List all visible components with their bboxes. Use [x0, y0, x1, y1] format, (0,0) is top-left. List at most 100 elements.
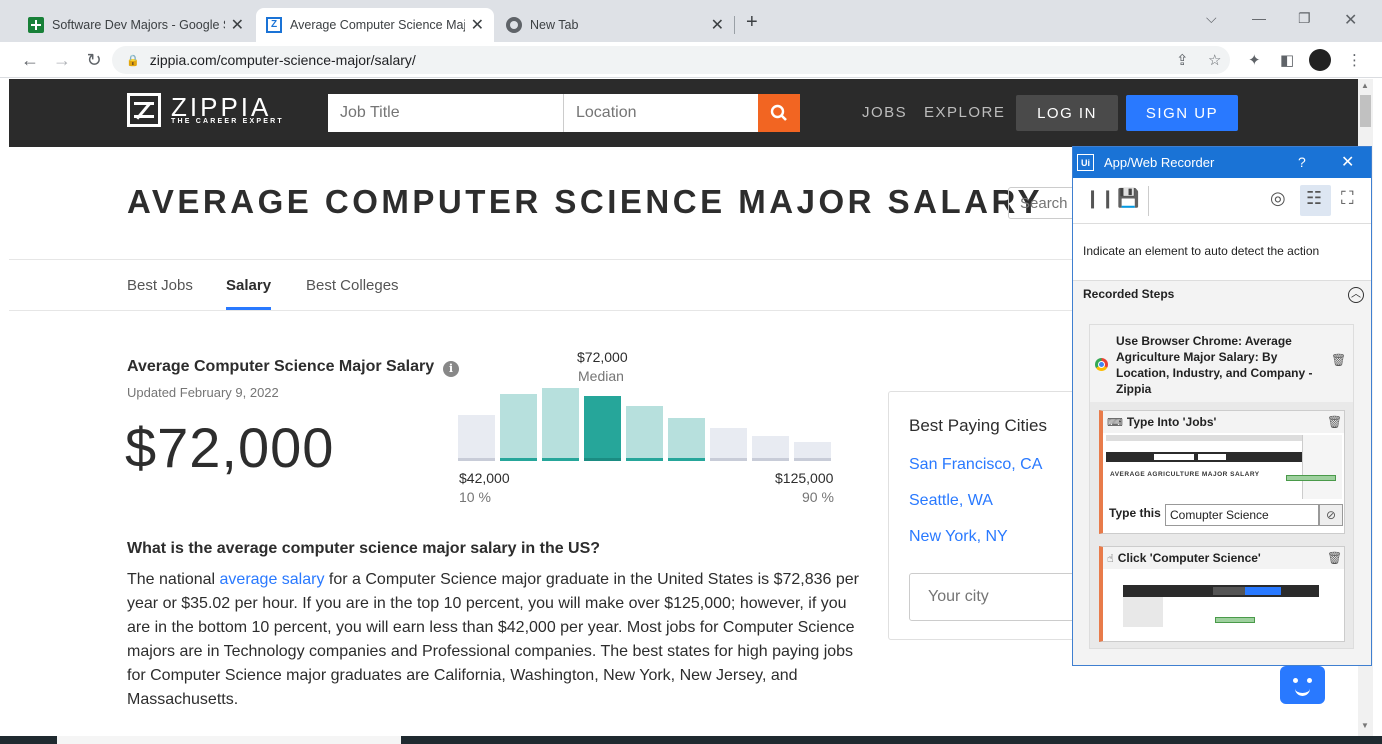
tab-label: Software Dev Majors - Google Sh — [52, 18, 225, 32]
tab-label: New Tab — [530, 18, 579, 32]
histogram-bar — [584, 396, 621, 461]
toolbar-separator — [1148, 186, 1149, 216]
recorded-steps-title: Recorded Steps — [1083, 287, 1175, 301]
salary-description: The national average salary for a Comput… — [127, 568, 867, 712]
location-placeholder: Location — [576, 104, 637, 121]
search-icon — [770, 104, 787, 121]
checklist-icon[interactable]: ☷ — [1306, 188, 1322, 209]
histogram-bar — [794, 442, 831, 461]
chatbot-button[interactable] — [1280, 666, 1325, 704]
signup-button[interactable]: SIGN UP — [1126, 95, 1238, 131]
scroll-up-icon[interactable]: ▲ — [1361, 81, 1369, 90]
screenshot-icon[interactable]: ⛶ — [1341, 188, 1354, 209]
delete-icon[interactable]: 🗑 — [1331, 353, 1346, 367]
your-city-placeholder: Your city — [928, 588, 989, 605]
delete-icon[interactable]: 🗑 — [1327, 415, 1342, 429]
chrome-icon — [506, 17, 522, 33]
recorder-hint: Indicate an element to auto detect the a… — [1073, 224, 1371, 281]
close-icon[interactable]: ✕ — [231, 15, 244, 35]
recorder-title: App/Web Recorder — [1104, 155, 1215, 170]
tab-divider — [734, 16, 735, 34]
tab-salary[interactable]: Salary — [226, 277, 271, 294]
window-close-icon[interactable]: ✕ — [1344, 10, 1357, 30]
search-button[interactable] — [758, 94, 800, 132]
click-step[interactable]: ☝ Click 'Computer Science' 🗑 — [1099, 546, 1345, 642]
type-into-step[interactable]: ⌨ Type Into 'Jobs' 🗑 AVERAGE AGRICULTURE… — [1099, 410, 1345, 534]
tab-new-tab[interactable]: New Tab ✕ — [496, 8, 734, 42]
tab-best-jobs[interactable]: Best Jobs — [127, 277, 193, 294]
thumb-input — [1198, 454, 1226, 460]
city-link[interactable]: New York, NY — [909, 528, 1008, 546]
salary-histogram — [458, 385, 834, 461]
step-header: ⌨ Type Into 'Jobs' — [1103, 411, 1344, 433]
tab-google-sheets[interactable]: Software Dev Majors - Google Sh ✕ — [18, 8, 254, 42]
histogram-bar — [752, 436, 789, 461]
click-icon: ☝ — [1107, 552, 1114, 565]
url-field[interactable]: 🔒 zippia.com/computer-science-major/sala… — [112, 46, 1230, 74]
uipath-logo-icon: Ui — [1077, 154, 1094, 171]
pause-icon[interactable]: ❙❙ — [1085, 188, 1115, 209]
forward-icon[interactable]: → — [52, 50, 72, 70]
help-icon[interactable]: ? — [1298, 154, 1306, 170]
reload-icon[interactable]: ↻ — [84, 50, 104, 70]
zippia-logo[interactable]: ZIPPIA THE CAREER EXPERT — [127, 93, 284, 127]
step-label: Type Into 'Jobs' — [1126, 415, 1217, 429]
share-icon[interactable]: ⇪ — [1176, 51, 1189, 69]
logo-mark-icon — [127, 93, 161, 127]
back-icon[interactable]: ← — [20, 50, 40, 70]
tab-zippia[interactable]: Z Average Computer Science Majo ✕ — [256, 8, 494, 42]
new-tab-icon[interactable]: + — [746, 11, 758, 34]
app-web-recorder-panel: Ui App/Web Recorder ? ✕ ❙❙ 💾 ◎ ☷ ⛶ Indic… — [1072, 146, 1372, 666]
logo-name: ZIPPIA — [171, 91, 272, 122]
step-screenshot: AVERAGE AGRICULTURE MAJOR SALARY — [1106, 435, 1342, 499]
menu-icon[interactable]: ⋮ — [1347, 51, 1362, 69]
hide-icon[interactable]: ⊘ — [1319, 504, 1343, 526]
lock-icon: 🔒 — [126, 54, 140, 67]
histogram-bar — [542, 388, 579, 461]
nav-jobs[interactable]: JOBS — [862, 104, 907, 121]
tab-search-icon[interactable]: ⌵ — [1206, 10, 1217, 27]
side-panel-icon[interactable]: ◧ — [1280, 51, 1294, 69]
recorder-toolbar: ❙❙ 💾 ◎ ☷ ⛶ — [1073, 178, 1371, 224]
zippia-icon: Z — [266, 17, 282, 33]
delete-icon[interactable]: 🗑 — [1327, 551, 1342, 565]
type-this-field[interactable]: Comupter Science — [1165, 504, 1319, 526]
job-title-input[interactable]: Job Title — [328, 94, 564, 132]
avatar[interactable] — [1309, 49, 1331, 71]
login-button[interactable]: LOG IN — [1016, 95, 1118, 131]
close-icon[interactable]: ✕ — [471, 15, 484, 35]
salary-heading: Average Computer Science Major Salary — [127, 358, 435, 375]
collapse-icon[interactable]: ︿ — [1348, 287, 1364, 303]
extensions-icon[interactable]: ✦ — [1248, 51, 1261, 69]
type-into-icon: ⌨ — [1107, 416, 1123, 429]
bookmark-star-icon[interactable]: ☆ — [1208, 51, 1221, 69]
location-input[interactable]: Location — [564, 94, 758, 132]
close-icon[interactable]: ✕ — [711, 15, 724, 35]
scroll-thumb[interactable] — [1360, 95, 1371, 127]
tab-best-colleges[interactable]: Best Colleges — [306, 277, 399, 294]
type-this-value: Comupter Science — [1170, 508, 1269, 522]
low-percentile: 10 % — [459, 489, 491, 505]
close-icon[interactable]: ✕ — [1341, 152, 1354, 172]
info-icon[interactable]: i — [443, 361, 459, 377]
target-icon[interactable]: ◎ — [1270, 188, 1286, 209]
histogram-bar — [500, 394, 537, 461]
minimize-icon[interactable]: — — [1252, 10, 1266, 26]
nav-explore[interactable]: EXPLORE — [924, 104, 1005, 121]
restore-icon[interactable]: ❐ — [1298, 10, 1311, 27]
step-label: Click 'Computer Science' — [1117, 551, 1261, 565]
taskbar-item — [57, 736, 401, 744]
histogram-bar — [668, 418, 705, 461]
thumb-highlight — [1286, 475, 1336, 481]
histogram-bar — [626, 406, 663, 461]
save-icon[interactable]: 💾 — [1117, 188, 1139, 209]
histogram-bar — [710, 428, 747, 461]
browser-scope-step[interactable]: Use Browser Chrome: Average Agriculture … — [1089, 324, 1354, 649]
scroll-down-icon[interactable]: ▼ — [1361, 721, 1369, 730]
high-percentile: 90 % — [802, 489, 834, 505]
city-link[interactable]: San Francisco, CA — [909, 456, 1042, 474]
url-text: zippia.com/computer-science-major/salary… — [149, 52, 416, 68]
city-link[interactable]: Seattle, WA — [909, 492, 993, 510]
address-bar-row: ← → ↻ 🔒 zippia.com/computer-science-majo… — [0, 42, 1382, 78]
average-salary-link[interactable]: average salary — [220, 571, 325, 588]
